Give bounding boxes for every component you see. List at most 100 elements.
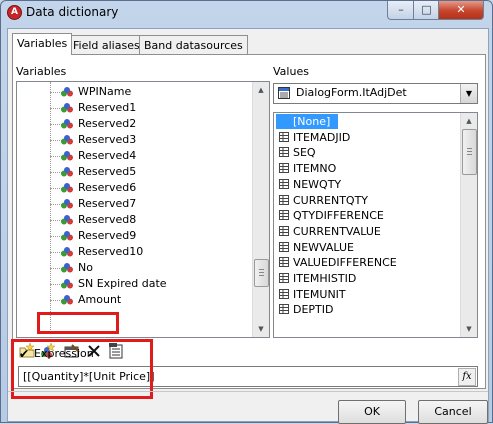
minimize-button[interactable]: – — [387, 1, 415, 20]
value-item-label: ITEMADJID — [293, 130, 351, 144]
field-icon — [279, 225, 289, 236]
cancel-button[interactable]: Cancel — [418, 400, 488, 424]
variable-icon — [61, 183, 73, 193]
value-item-label: VALUEDIFFERENCE — [293, 256, 397, 270]
value-item[interactable]: CURRENTVALUE — [276, 224, 456, 239]
datasource-select-value: DialogForm.ItAdjDet — [296, 86, 407, 99]
variable-item[interactable]: No — [17, 260, 247, 276]
variable-item-label: Amount — [78, 293, 122, 306]
scrollbar-thumb[interactable] — [462, 129, 477, 175]
maximize-button[interactable]: □ — [413, 1, 440, 20]
scroll-up-arrow-icon[interactable]: ▲ — [253, 82, 269, 98]
variable-icon — [61, 199, 73, 209]
value-item-label: CURRENTVALUE — [293, 224, 381, 238]
variable-item-label: Reserved2 — [78, 117, 137, 130]
value-item-label: DEPTID — [293, 303, 334, 317]
field-icon — [279, 163, 289, 174]
window-title: Data dictionary — [26, 5, 119, 19]
variable-item[interactable]: Reserved10 — [17, 244, 247, 260]
field-icon — [279, 257, 289, 268]
value-item-label: QTYDIFFERENCE — [293, 209, 384, 223]
variable-item[interactable]: Reserved4 — [17, 148, 247, 164]
scroll-down-arrow-icon[interactable]: ▼ — [461, 321, 477, 337]
value-item-label: NEWVALUE — [293, 240, 354, 254]
variable-item[interactable]: Reserved1 — [17, 100, 247, 116]
variable-item[interactable]: WPIName — [17, 84, 247, 100]
dialog-client-area: Variables Field aliases Band datasources… — [7, 28, 489, 424]
chevron-down-icon[interactable]: ▼ — [460, 84, 477, 103]
tree-connector-line — [50, 82, 51, 330]
value-item-label: SEQ — [293, 146, 316, 160]
variable-icon — [61, 263, 73, 273]
variables-scrollbar[interactable]: ▲ ▼ — [252, 82, 269, 337]
variables-tree[interactable]: WPIName Reserved1 Reserved2 Reserved3 Reserv… — [16, 81, 270, 338]
variable-item[interactable]: Reserved2 — [17, 116, 247, 132]
field-icon — [279, 194, 289, 205]
value-item[interactable]: ITEMADJID — [276, 130, 456, 145]
variables-label: Variables — [16, 65, 67, 78]
variable-icon — [61, 151, 73, 161]
value-item[interactable]: CURRENTQTY — [276, 193, 456, 208]
value-item[interactable]: DEPTID — [276, 302, 456, 317]
variable-item-label: Reserved3 — [78, 133, 137, 146]
variable-icon — [61, 103, 73, 113]
variable-item-label: Reserved1 — [78, 101, 137, 114]
values-label: Values — [273, 65, 309, 78]
variable-item-label: Reserved4 — [78, 149, 137, 162]
value-item-label: CURRENTQTY — [293, 193, 369, 207]
footer-divider — [8, 391, 488, 392]
tab-band-datasources[interactable]: Band datasources — [139, 35, 248, 55]
variable-item[interactable]: Reserved5 — [17, 164, 247, 180]
value-item-label: ITEMUNIT — [293, 287, 346, 301]
variable-item[interactable]: SN Expired date — [17, 276, 247, 292]
ok-button[interactable]: OK — [338, 400, 406, 424]
function-fx-button[interactable]: fx — [458, 368, 476, 386]
variable-item[interactable]: Amount — [17, 292, 247, 308]
value-item[interactable]: SEQ — [276, 145, 456, 160]
highlight-box-expression — [11, 339, 153, 399]
value-item[interactable]: NEWQTY — [276, 177, 456, 192]
variable-item[interactable]: Reserved7 — [17, 196, 247, 212]
value-item[interactable]: QTYDIFFERENCE — [276, 208, 456, 223]
value-item-label: ITEMNO — [293, 162, 337, 176]
value-item[interactable]: VALUEDIFFERENCE — [276, 255, 456, 270]
value-item-none[interactable]: [None] — [276, 114, 338, 129]
variable-item[interactable]: Reserved3 — [17, 132, 247, 148]
field-icon — [279, 210, 289, 221]
variable-icon — [61, 295, 73, 305]
variable-item-label: Reserved9 — [78, 229, 137, 242]
variable-icon — [61, 279, 73, 289]
variable-icon — [61, 87, 73, 97]
field-icon — [279, 288, 289, 299]
values-scrollbar[interactable]: ▲ ▼ — [460, 113, 477, 337]
value-item[interactable]: ITEMHISTID — [276, 271, 456, 286]
value-item[interactable]: ITEMNO — [276, 161, 456, 176]
close-button[interactable]: ✕ — [438, 1, 484, 20]
field-icon — [279, 273, 289, 283]
datasource-icon — [278, 87, 290, 99]
variable-item-label: WPIName — [78, 85, 132, 98]
variable-icon — [61, 119, 73, 129]
title-bar[interactable]: A Data dictionary – □ ✕ — [1, 1, 492, 23]
tab-field-aliases[interactable]: Field aliases — [68, 35, 145, 55]
scroll-up-arrow-icon[interactable]: ▲ — [461, 113, 477, 129]
variable-icon — [61, 215, 73, 225]
variable-icon — [61, 247, 73, 257]
value-item[interactable]: ITEMUNIT — [276, 287, 456, 302]
field-icon — [279, 178, 289, 189]
values-list[interactable]: [None] ITEMADJID SEQ ITEMNO NEWQTY CURRENTQTY… — [273, 112, 478, 338]
value-item[interactable]: NEWVALUE — [276, 240, 456, 255]
scroll-down-arrow-icon[interactable]: ▼ — [253, 321, 269, 337]
variable-item-label: Reserved8 — [78, 213, 137, 226]
variable-icon — [61, 167, 73, 177]
tab-variables[interactable]: Variables — [12, 33, 73, 55]
field-icon — [279, 131, 289, 142]
scrollbar-thumb[interactable] — [254, 259, 269, 287]
variable-icon — [61, 135, 73, 145]
datasource-select[interactable]: DialogForm.ItAdjDet ▼ — [273, 83, 478, 104]
variable-item[interactable]: Reserved6 — [17, 180, 247, 196]
variable-item[interactable]: Reserved9 — [17, 228, 247, 244]
variable-item-label: No — [78, 261, 93, 274]
variable-item[interactable]: Reserved8 — [17, 212, 247, 228]
value-item-label: [None] — [293, 115, 331, 128]
